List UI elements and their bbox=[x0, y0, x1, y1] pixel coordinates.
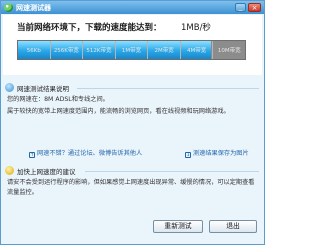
meter-scale-label: 4M带宽 bbox=[181, 41, 214, 59]
meter-scale-label: 10M带宽 bbox=[217, 48, 241, 54]
speed-heading: 当前网络环境下，下载的速度能达到： bbox=[17, 23, 162, 33]
meter-scale-label: 256K带宽 bbox=[51, 41, 84, 59]
speed-value: 1MB/秒 bbox=[181, 23, 211, 33]
title-bar[interactable]: 网速测试器 _ × bbox=[1, 1, 264, 14]
speed-test-window: 网速测试器 _ × 当前网络环境下，下载的速度能达到： 1MB/秒 56Kb 2… bbox=[0, 0, 265, 245]
minimize-button[interactable]: _ bbox=[235, 3, 246, 12]
close-button[interactable]: × bbox=[248, 3, 261, 12]
window-title: 网速测试器 bbox=[16, 4, 51, 12]
meter-scale-label: 512K带宽 bbox=[83, 41, 116, 59]
exit-button[interactable]: 退出 bbox=[209, 220, 257, 233]
meter-scale-label: 1M带宽 bbox=[116, 41, 149, 59]
section-divider bbox=[85, 171, 259, 172]
speed-range-text: 您的网速在：8M ADSL和专线之间。 bbox=[7, 96, 109, 103]
save-image-link[interactable]: ↓ 测速结果保存为图片 bbox=[185, 148, 249, 158]
bulb-icon bbox=[5, 166, 14, 175]
meter-scale-label: 56Kb bbox=[18, 41, 51, 59]
share-link-label: 网速不错？通过论坛、微博告诉其他人 bbox=[37, 150, 143, 157]
info-icon bbox=[5, 83, 14, 92]
section-divider bbox=[77, 88, 259, 89]
globe-icon bbox=[4, 3, 13, 12]
save-icon: ↓ bbox=[185, 152, 191, 158]
results-section-header: 网速测试结果说明 bbox=[5, 82, 259, 93]
retest-button[interactable]: 重新测试 bbox=[153, 220, 203, 233]
share-icon: ↑ bbox=[29, 152, 35, 158]
results-panel: 网速测试结果说明 您的网速在：8M ADSL和专线之间。 属于较快的宽带上网速度… bbox=[3, 77, 262, 244]
save-link-label: 测速结果保存为图片 bbox=[193, 150, 249, 157]
results-section-title: 网速测试结果说明 bbox=[17, 85, 69, 93]
advice-text: 请安不会受到运行程序的影响，但如果感觉上网速度出现异常、缓慢的情况，可以定期查看… bbox=[7, 179, 255, 196]
meter-scale-label: 2M带宽 bbox=[148, 41, 181, 59]
share-link[interactable]: ↑ 网速不错？通过论坛、微博告诉其他人 bbox=[29, 148, 142, 158]
speed-panel: 当前网络环境下，下载的速度能达到： 1MB/秒 56Kb 256K带宽 512K… bbox=[3, 15, 262, 75]
advice-section-title: 加快上网速度的建议 bbox=[17, 168, 76, 176]
speed-description-text: 属于较快的宽带上网速度范围内，能流畅的浏览网页，看在线视频和玩网络游戏。 bbox=[7, 108, 230, 115]
advice-section-header: 加快上网速度的建议 bbox=[5, 165, 259, 176]
speed-meter: 56Kb 256K带宽 512K带宽 1M带宽 2M带宽 4M带宽 10M带宽 bbox=[17, 40, 246, 60]
